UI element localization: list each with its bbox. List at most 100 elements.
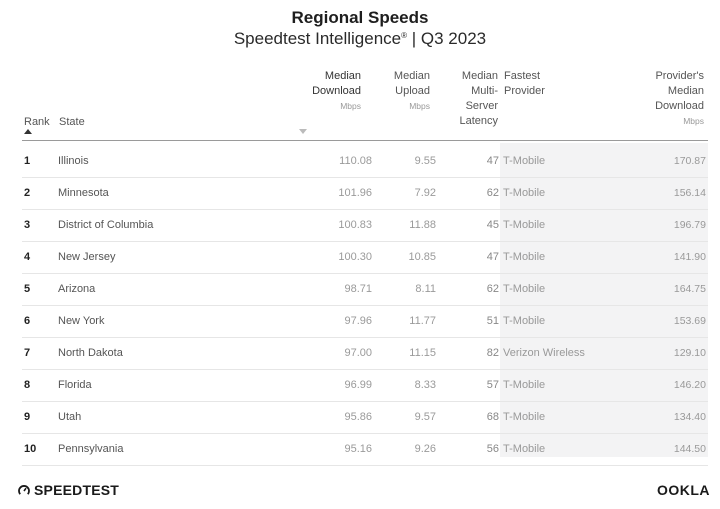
rank-cell: 3: [24, 219, 31, 231]
fastest-provider-cell: T-Mobile: [503, 219, 546, 231]
latency-cell: 82: [486, 347, 499, 359]
median-download-cell: 95.16: [344, 443, 372, 455]
subtitle-main: Speedtest Intelligence: [233, 29, 402, 48]
rank-cell: 2: [24, 187, 31, 199]
latency-cell: 47: [486, 251, 499, 263]
provider-download-cell: 156.14: [673, 187, 706, 199]
median-upload-cell: 8.33: [414, 379, 436, 391]
fastest-provider-cell: Verizon Wireless: [503, 347, 585, 359]
median-upload-cell: 9.55: [414, 155, 436, 167]
latency-cell: 62: [486, 283, 499, 295]
latency-cell: 62: [486, 187, 499, 199]
unit-label: Mbps: [340, 101, 361, 111]
median-download-cell: 97.00: [344, 347, 372, 359]
column-header-state[interactable]: State: [59, 115, 85, 130]
median-upload-cell: 11.15: [409, 347, 436, 359]
provider-download-cell: 141.90: [673, 251, 706, 263]
latency-cell: 56: [486, 443, 499, 455]
state-cell: Arizona: [58, 283, 96, 295]
median-download-cell: 95.86: [344, 411, 372, 423]
state-cell: District of Columbia: [58, 219, 154, 231]
column-header-latency[interactable]: Median Multi- Server Latency: [459, 69, 498, 129]
median-upload-cell: 9.26: [414, 443, 436, 455]
median-upload-cell: 9.57: [414, 411, 436, 423]
state-cell: Utah: [58, 411, 82, 423]
state-cell: North Dakota: [58, 347, 123, 359]
median-download-cell: 96.99: [344, 379, 372, 391]
rank-cell: 6: [24, 315, 31, 327]
rank-cell: 4: [24, 251, 31, 263]
unit-label: Mbps: [683, 116, 704, 126]
fastest-provider-cell: T-Mobile: [503, 283, 546, 295]
table-row[interactable]: 9 Utah 95.86 9.57 68 T-Mobile 134.40: [22, 402, 708, 434]
provider-download-cell: 134.40: [673, 411, 706, 423]
speedtest-logo: SPEEDTEST: [18, 482, 119, 498]
median-upload-cell: 7.92: [414, 187, 436, 199]
median-upload-cell: 8.11: [415, 283, 436, 295]
fastest-provider-cell: T-Mobile: [503, 443, 546, 455]
page-subtitle: Speedtest Intelligence® | Q3 2023: [0, 29, 720, 49]
provider-download-cell: 170.87: [673, 155, 706, 167]
fastest-provider-cell: T-Mobile: [503, 379, 546, 391]
state-cell: Pennsylvania: [58, 443, 124, 455]
table-row[interactable]: 7 North Dakota 97.00 11.15 82 Verizon Wireles…: [22, 338, 708, 370]
median-upload-cell: 11.77: [409, 315, 436, 327]
table-row[interactable]: 10 Pennsylvania 95.16 9.26 56 T-Mobile 144.50: [22, 434, 708, 466]
fastest-provider-cell: T-Mobile: [503, 187, 546, 199]
rank-cell: 7: [24, 347, 31, 359]
column-header-fastest-provider[interactable]: Fastest Provider: [504, 69, 545, 99]
provider-download-cell: 153.69: [673, 315, 706, 327]
column-header-median-upload[interactable]: Median Upload Mbps: [394, 69, 430, 114]
state-cell: New York: [58, 315, 105, 327]
speedometer-icon: [18, 485, 30, 495]
provider-download-cell: 164.75: [673, 283, 706, 295]
latency-cell: 57: [486, 379, 499, 391]
latency-cell: 51: [486, 315, 499, 327]
column-header-provider-download[interactable]: Provider's Median Download Mbps: [655, 69, 704, 129]
ookla-logo: OOKLA: [656, 482, 710, 498]
header-divider: [22, 140, 708, 141]
provider-download-cell: 196.79: [673, 219, 706, 231]
state-cell: Florida: [58, 379, 92, 391]
median-upload-cell: 10.85: [408, 251, 436, 263]
sort-descending-icon[interactable]: [299, 129, 307, 134]
fastest-provider-cell: T-Mobile: [503, 315, 546, 327]
row-divider: [22, 465, 708, 466]
rank-cell: 8: [24, 379, 31, 391]
subtitle-period: | Q3 2023: [407, 29, 487, 48]
median-download-cell: 98.71: [344, 283, 372, 295]
table-row[interactable]: 2 Minnesota 101.96 7.92 62 T-Mobile 156.14: [22, 178, 708, 210]
state-cell: Minnesota: [58, 187, 109, 199]
latency-cell: 45: [486, 219, 499, 231]
registered-mark: ®: [401, 31, 408, 40]
unit-label: Mbps: [409, 101, 430, 111]
rank-cell: 10: [24, 443, 37, 455]
sort-ascending-icon[interactable]: [24, 129, 32, 134]
median-download-cell: 97.96: [344, 315, 372, 327]
state-cell: Illinois: [58, 155, 89, 167]
state-cell: New Jersey: [58, 251, 116, 263]
latency-cell: 47: [486, 155, 499, 167]
table-row[interactable]: 3 District of Columbia 100.83 11.88 45 T-Mobi…: [22, 210, 708, 242]
rank-cell: 5: [24, 283, 31, 295]
table-row[interactable]: 6 New York 97.96 11.77 51 T-Mobile 153.69: [22, 306, 708, 338]
provider-download-cell: 129.10: [673, 347, 706, 359]
table-row[interactable]: 4 New Jersey 100.30 10.85 47 T-Mobile 141.90: [22, 242, 708, 274]
median-download-cell: 110.08: [339, 155, 372, 167]
table-row[interactable]: 5 Arizona 98.71 8.11 62 T-Mobile 164.75: [22, 274, 708, 306]
median-download-cell: 100.30: [338, 251, 372, 263]
rank-cell: 1: [24, 155, 31, 167]
page-title: Regional Speeds: [291, 8, 429, 27]
median-download-cell: 100.83: [338, 219, 372, 231]
fastest-provider-cell: T-Mobile: [503, 155, 546, 167]
table-row[interactable]: 1 Illinois 110.08 9.55 47 T-Mobile 170.87: [22, 146, 708, 178]
fastest-provider-cell: T-Mobile: [503, 411, 546, 423]
column-header-median-download[interactable]: Median Download Mbps: [312, 69, 361, 114]
latency-cell: 68: [486, 411, 499, 423]
provider-download-cell: 144.50: [673, 443, 706, 455]
provider-download-cell: 146.20: [673, 379, 706, 391]
median-download-cell: 101.96: [338, 187, 372, 199]
rank-cell: 9: [24, 411, 31, 423]
column-header-rank[interactable]: Rank: [24, 115, 50, 130]
table-row[interactable]: 8 Florida 96.99 8.33 57 T-Mobile 146.20: [22, 370, 708, 402]
